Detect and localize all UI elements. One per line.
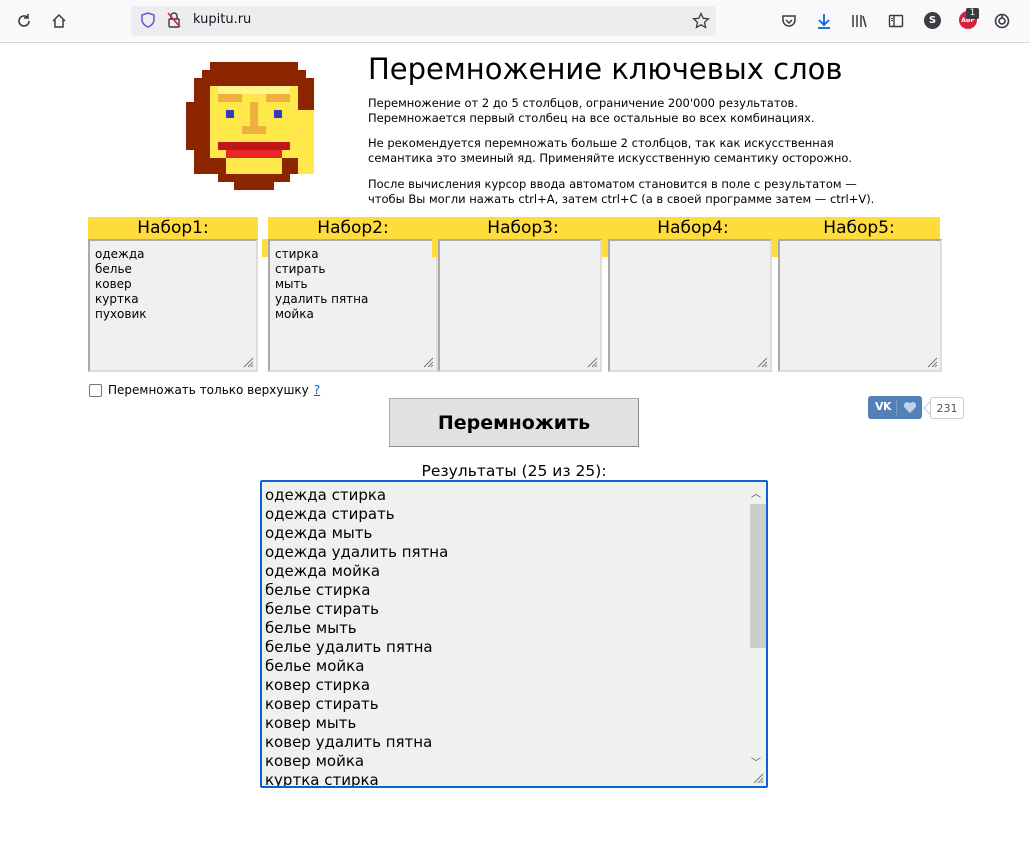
set-4-textarea[interactable] (608, 239, 772, 372)
extension-icon[interactable] (992, 11, 1012, 31)
set-4-header: Набор4: (608, 217, 778, 239)
set-column-1: Набор1: одежда белье ковер куртка пуховик (88, 217, 258, 372)
set-3-header: Набор3: (438, 217, 608, 239)
resize-grip-icon[interactable] (753, 773, 764, 784)
download-icon[interactable] (814, 11, 834, 31)
help-link[interactable]: ? (314, 383, 320, 397)
heart-icon (903, 402, 917, 413)
reload-icon[interactable] (14, 11, 34, 31)
results-list: одежда стирка одежда стирать одежда мыть… (265, 486, 449, 788)
url-text[interactable]: kupitu.ru (193, 12, 251, 27)
set-5-textarea[interactable] (778, 239, 942, 372)
results-label: Результаты (25 из 25): (421, 462, 607, 480)
top-only-checkbox[interactable] (89, 383, 102, 397)
top-only-label[interactable]: Перемножать только верхушку (108, 383, 309, 397)
home-icon[interactable] (49, 11, 69, 31)
scroll-down-icon[interactable]: ﹀ (751, 754, 761, 769)
vk-like-count: 231 (930, 397, 964, 419)
set-1-header: Набор1: (88, 217, 258, 239)
bookmark-star-icon[interactable] (692, 11, 710, 34)
resize-grip-icon[interactable] (243, 357, 254, 368)
result-line: ковер стирка (265, 676, 371, 694)
result-line: одежда мыть (265, 524, 373, 542)
set-column-3: Набор3: (438, 217, 608, 372)
result-line: куртка стирка (265, 771, 379, 788)
result-line: ковер мыть (265, 714, 357, 732)
result-line: ковер стирать (265, 695, 379, 713)
result-line: белье мыть (265, 619, 357, 637)
address-bar[interactable]: kupitu.ru (131, 6, 716, 36)
set-2-header: Набор2: (268, 217, 438, 239)
resize-grip-icon[interactable] (423, 357, 434, 368)
keyword-sets: Набор1: одежда белье ковер куртка пуховик На… (88, 217, 942, 372)
result-line: одежда стирать (265, 505, 395, 523)
resize-grip-icon[interactable] (587, 357, 598, 368)
set-5-header: Набор5: (778, 217, 940, 239)
pixel-face-logo (186, 62, 314, 190)
resize-grip-icon[interactable] (927, 357, 938, 368)
description-paragraph-2: Не рекомендуется перемножать больше 2 ст… (368, 136, 853, 165)
vk-logo-icon: VK (875, 400, 892, 413)
page-title: Перемножение ключевых слов (368, 52, 843, 86)
library-icon[interactable] (849, 11, 869, 31)
lock-insecure-icon[interactable] (165, 11, 183, 33)
result-line: белье удалить пятна (265, 638, 433, 656)
resize-grip-icon[interactable] (757, 357, 768, 368)
results-textarea[interactable]: одежда стирка одежда стирать одежда мыть… (260, 480, 768, 788)
result-line: белье стирать (265, 600, 379, 618)
multiply-button[interactable]: Перемножить (389, 398, 639, 447)
set-column-5: Набор5: (778, 217, 942, 372)
pocket-icon[interactable] (779, 11, 799, 31)
scroll-up-icon[interactable]: ︿ (751, 485, 761, 500)
adblock-count-badge: 1 (966, 8, 979, 19)
set-column-2: Набор2: стирка стирать мыть удалить пятна мо… (268, 217, 438, 372)
account-avatar[interactable]: S (924, 12, 941, 29)
results-scrollbar[interactable]: ︿ ﹀ (747, 484, 766, 784)
browser-toolbar: kupitu.ru S ABP 1 (0, 0, 1030, 43)
result-line: белье стирка (265, 581, 371, 599)
top-only-option: Перемножать только верхушку ? (89, 383, 320, 397)
set-3-textarea[interactable] (438, 239, 602, 372)
set-2-textarea[interactable]: стирка стирать мыть удалить пятна мойка (268, 239, 438, 372)
set-1-textarea[interactable]: одежда белье ковер куртка пуховик (88, 239, 258, 372)
result-line: белье мойка (265, 657, 365, 675)
shield-icon[interactable] (139, 11, 157, 33)
result-line: ковер мойка (265, 752, 365, 770)
result-line: ковер удалить пятна (265, 733, 433, 751)
description-paragraph-3: После вычисления курсор ввода автоматом … (368, 177, 875, 206)
result-line: одежда удалить пятна (265, 543, 449, 561)
result-line: одежда мойка (265, 562, 381, 580)
vk-like-button[interactable]: VK (868, 396, 922, 419)
description-paragraph-1: Перемножение от 2 до 5 столбцов, огранич… (368, 96, 815, 125)
result-line: одежда стирка (265, 486, 387, 504)
set-column-4: Набор4: (608, 217, 778, 372)
vk-separator (896, 400, 897, 415)
scrollbar-thumb[interactable] (750, 504, 766, 648)
sidebar-icon[interactable] (886, 11, 906, 31)
